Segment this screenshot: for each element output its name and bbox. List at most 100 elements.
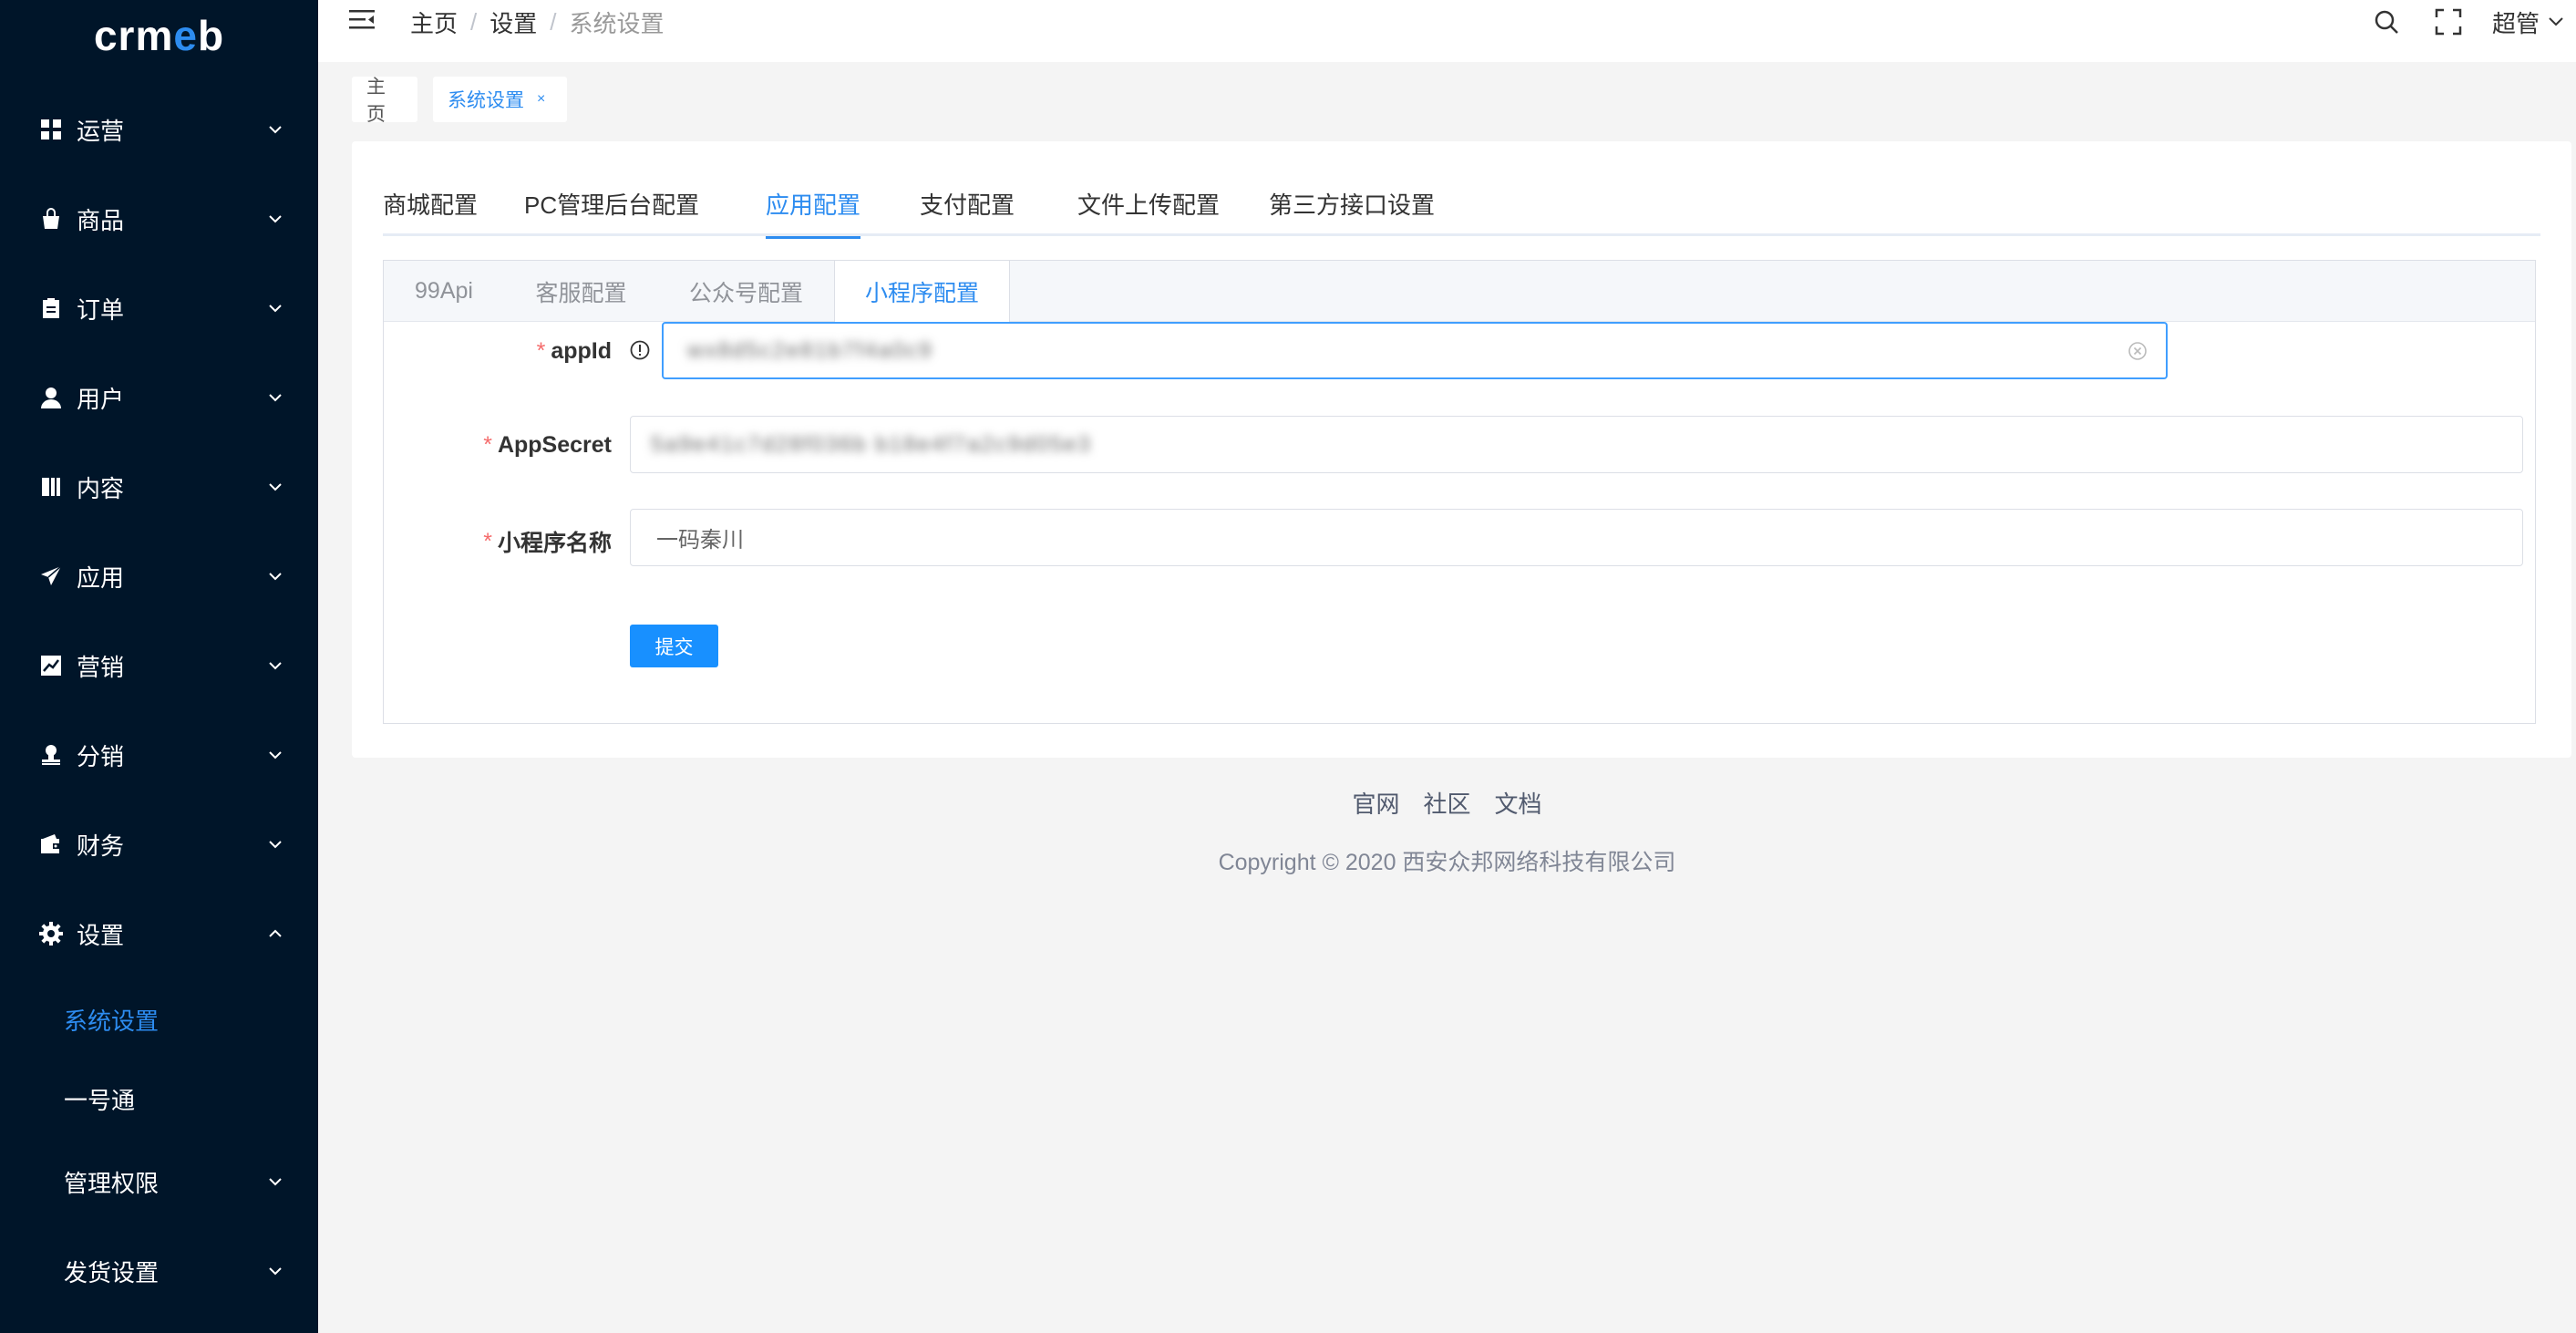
info-icon[interactable] [630, 340, 650, 360]
submit-button[interactable]: 提交 [630, 625, 718, 667]
sidebar-subitem-label: 一号通 [64, 1086, 136, 1114]
tab-mall-config[interactable]: 商城配置 [383, 187, 478, 236]
sidebar-item-apps[interactable]: 应用 [0, 540, 318, 613]
config-tabs: 商城配置 PC管理后台配置 应用配置 支付配置 文件上传配置 第三方接口设置 [383, 187, 2540, 239]
sidebar-item-label: 应用 [77, 563, 125, 592]
breadcrumb-separator: / [470, 8, 478, 36]
sidebar-subitem-shipping[interactable]: 发货设置 [0, 1235, 318, 1307]
chevron-down-icon [265, 1172, 285, 1192]
chevron-down-icon [265, 834, 285, 854]
close-icon[interactable]: × [537, 91, 545, 108]
tab-official-account[interactable]: 公众号配置 [658, 261, 834, 322]
stamp-icon [38, 742, 64, 768]
tab-app-config[interactable]: 应用配置 [766, 187, 861, 239]
tab-file-upload-config[interactable]: 文件上传配置 [1077, 187, 1220, 236]
sidebar-item-settings[interactable]: 设置 [0, 897, 318, 970]
sidebar-subitem-label: 发货设置 [64, 1258, 160, 1286]
appid-label-text: appId [551, 338, 612, 364]
footer-link-docs[interactable]: 文档 [1495, 786, 1542, 820]
chart-icon [38, 653, 64, 678]
sidebar-item-label: 运营 [77, 117, 125, 145]
tag-system-settings[interactable]: 系统设置 × [433, 77, 567, 122]
breadcrumb-settings[interactable]: 设置 [489, 5, 537, 39]
clear-icon[interactable] [2128, 341, 2148, 361]
logo[interactable]: crm e b [0, 0, 318, 71]
bag-icon [38, 206, 64, 232]
logo-text-right: b [197, 12, 225, 59]
sidebar-item-label: 内容 [77, 474, 125, 502]
footer-links: 官网 社区 文档 [318, 786, 2576, 820]
sidebar-item-operations[interactable]: 运营 [0, 93, 318, 166]
chevron-down-icon [265, 656, 285, 676]
tag-label: 主页 [366, 77, 386, 125]
footer-link-official-site[interactable]: 官网 [1352, 786, 1399, 820]
sidebar-item-label: 营销 [77, 653, 125, 681]
mini-program-name-label-text: 小程序名称 [497, 531, 612, 556]
tab-mini-program[interactable]: 小程序配置 [834, 261, 1010, 323]
required-mark: * [536, 338, 546, 364]
tab-third-party-api[interactable]: 第三方接口设置 [1269, 187, 1435, 236]
sidebar: crm e b 运营 商品 订单 用户 内容 应用 营销 分销 财务 设置 系统… [0, 0, 318, 1333]
appsecret-label: * AppSecret [384, 432, 612, 459]
gear-icon [38, 921, 64, 946]
copyright: Copyright © 2020 西安众邦网络科技有限公司 [1218, 850, 1676, 875]
logo-text-highlight: e [173, 12, 198, 59]
sidebar-subitem-permissions[interactable]: 管理权限 [0, 1145, 318, 1218]
sidebar-item-label: 订单 [77, 295, 125, 324]
sidebar-item-products[interactable]: 商品 [0, 182, 318, 255]
sidebar-item-distribution[interactable]: 分销 [0, 718, 318, 791]
tab-99api[interactable]: 99Api [384, 261, 504, 322]
tag-home[interactable]: 主页 [352, 77, 417, 125]
sidebar-subitem-yihaotong[interactable]: 一号通 [0, 1062, 318, 1135]
fullscreen-icon[interactable] [2430, 4, 2467, 40]
tab-payment-config[interactable]: 支付配置 [920, 187, 1015, 236]
search-icon[interactable] [2368, 4, 2405, 40]
chevron-down-icon [265, 477, 285, 497]
menu-collapse-icon[interactable] [345, 4, 378, 36]
book-icon [38, 474, 64, 500]
sidebar-item-label: 用户 [77, 385, 125, 413]
appsecret-input[interactable]: 5a9e41c7d28f036b b18e4f7a2c9d05e3 [630, 416, 2523, 473]
wallet-icon [38, 832, 64, 857]
sidebar-item-content[interactable]: 内容 [0, 450, 318, 523]
sidebar-item-finance[interactable]: 财务 [0, 808, 318, 881]
sidebar-item-label: 财务 [77, 832, 125, 860]
user-icon [38, 385, 64, 410]
sidebar-item-marketing[interactable]: 营销 [0, 629, 318, 702]
sidebar-item-label: 商品 [77, 206, 125, 234]
grid-icon [38, 117, 64, 142]
logo-text-left: crm [93, 12, 174, 59]
breadcrumb-home[interactable]: 主页 [410, 5, 458, 39]
chevron-down-icon [265, 209, 285, 229]
appid-input[interactable]: wx8d5c2e81b7f4a0c9 [662, 322, 2168, 379]
required-mark: * [483, 528, 492, 554]
mini-program-name-label: * 小程序名称 [384, 525, 612, 558]
chevron-down-icon [2547, 8, 2565, 36]
required-mark: * [483, 432, 492, 458]
sidebar-subitem-label: 系统设置 [64, 1007, 160, 1035]
mini-program-name-value: 一码秦川 [656, 527, 744, 553]
top-header: 主页 / 设置 / 系统设置 超管 [318, 0, 2576, 62]
header-actions: 超管 [2368, 4, 2576, 40]
chevron-up-icon [265, 924, 285, 944]
tab-pc-admin-config[interactable]: PC管理后台配置 [524, 187, 699, 236]
app-config-panel: 99Api 客服配置 公众号配置 小程序配置 * appId wx8d5c2e8… [383, 260, 2536, 724]
user-name: 超管 [2491, 9, 2540, 37]
tab-customer-service[interactable]: 客服配置 [504, 261, 658, 322]
appid-value: wx8d5c2e81b7f4a0c9 [687, 337, 933, 363]
footer-link-community[interactable]: 社区 [1423, 786, 1470, 820]
mini-program-name-input[interactable]: 一码秦川 [630, 509, 2523, 566]
breadcrumb-separator: / [550, 8, 557, 36]
appid-label: * appId [384, 338, 612, 365]
sidebar-subitem-label: 管理权限 [64, 1169, 160, 1197]
clipboard-icon [38, 295, 64, 321]
sidebar-item-orders[interactable]: 订单 [0, 272, 318, 345]
chevron-down-icon [265, 745, 285, 765]
chevron-down-icon [265, 388, 285, 408]
user-menu[interactable]: 超管 [2492, 5, 2565, 39]
tag-label: 系统设置 [448, 90, 524, 111]
sidebar-item-users[interactable]: 用户 [0, 361, 318, 434]
send-icon [38, 563, 64, 589]
appsecret-label-text: AppSecret [497, 432, 612, 458]
sidebar-subitem-system-settings[interactable]: 系统设置 [0, 983, 318, 1056]
